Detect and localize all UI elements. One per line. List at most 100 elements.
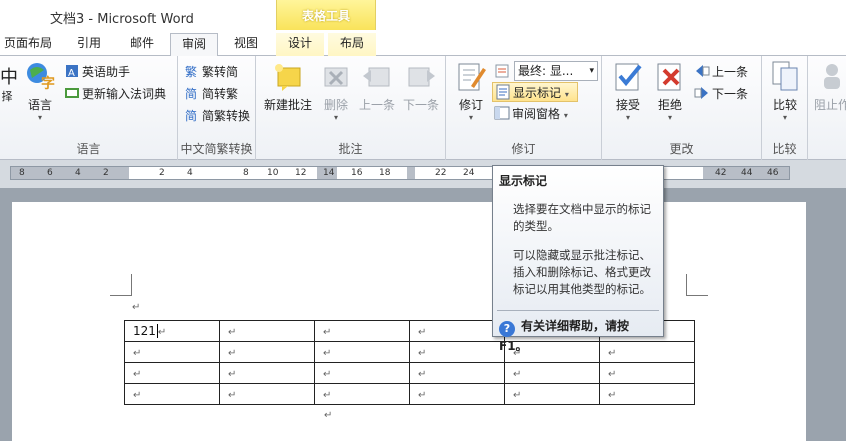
- chinese-conversion-icon: 简: [184, 107, 200, 123]
- accept-icon: [612, 60, 644, 92]
- group-label-comments: 批注: [338, 142, 363, 156]
- table-cell[interactable]: ↵: [409, 341, 505, 363]
- svg-text:简: 简: [185, 109, 197, 123]
- tab-references[interactable]: 引用: [66, 33, 112, 56]
- group-protect: 阻止作: [808, 56, 846, 160]
- language-button[interactable]: 字 语言 ▾: [20, 60, 60, 122]
- table-cell[interactable]: ↵: [124, 362, 220, 384]
- track-changes-button[interactable]: 修订 ▾: [452, 60, 490, 122]
- horizontal-ruler[interactable]: 8 6 4 2 2 4 8 10 12 14 16 18 22 24 42 44…: [0, 160, 846, 188]
- show-markup-tooltip: 显示标记 选择要在文档中显示的标记的类型。 可以隐藏或显示批注标记、插入和删除标…: [492, 165, 664, 353]
- table-cell[interactable]: ↵: [504, 362, 600, 384]
- group-comments: 新建批注 删除 ▾ 上一条 下一条 批注: [256, 56, 446, 160]
- table-cell[interactable]: ↵: [124, 341, 220, 363]
- next-comment-button[interactable]: 下一条: [400, 60, 442, 113]
- translate-button[interactable]: 中 择: [0, 60, 18, 104]
- accept-button[interactable]: 接受 ▾: [608, 60, 648, 122]
- table-cell[interactable]: ↵: [409, 320, 505, 342]
- show-markup-icon: [495, 84, 511, 100]
- tooltip-body-2: 可以隐藏或显示批注标记、插入和删除标记、格式更改标记以用其他类型的标记。: [513, 248, 651, 296]
- compare-button[interactable]: 比较 ▾: [766, 60, 804, 122]
- table-cell[interactable]: ↵: [124, 383, 220, 405]
- paragraph-mark: ↵: [132, 302, 141, 313]
- help-icon: ?: [499, 321, 515, 337]
- ruler-number: 22: [435, 168, 447, 178]
- table-cell[interactable]: ↵: [599, 383, 695, 405]
- previous-comment-icon: [361, 60, 393, 92]
- group-label-changes: 更改: [669, 142, 694, 156]
- ruler-number: 16: [351, 168, 363, 178]
- previous-comment-button[interactable]: 上一条: [356, 60, 398, 113]
- margin-corner-left: [110, 274, 132, 296]
- show-markup-button[interactable]: 显示标记 ▾: [492, 82, 578, 102]
- context-group-label: 表格工具: [301, 9, 350, 23]
- previous-change-button[interactable]: 上一条: [694, 62, 748, 82]
- reject-button[interactable]: 拒绝 ▾: [650, 60, 690, 122]
- table-cell[interactable]: ↵: [599, 362, 695, 384]
- track-changes-icon: [455, 60, 487, 92]
- update-ime-dictionary-button[interactable]: 更新输入法词典: [64, 84, 166, 104]
- markup-view-icon-area: [494, 62, 512, 82]
- display-for-review-select[interactable]: 最终: 显... ▾: [514, 61, 598, 81]
- ruler-number: 14: [323, 168, 335, 178]
- block-authors-button[interactable]: 阻止作: [812, 60, 846, 113]
- document-area: ↵ 121 ↵ ↵ ↵ ↵ ↵ ↵ ↵ ↵ ↵ ↵ ↵ ↵ ↵ ↵ ↵ ↵ ↵ …: [0, 188, 846, 441]
- document-page[interactable]: ↵ 121 ↵ ↵ ↵ ↵ ↵ ↵ ↵ ↵ ↵ ↵ ↵ ↵ ↵ ↵ ↵ ↵ ↵ …: [12, 202, 806, 441]
- table-cell[interactable]: ↵: [504, 383, 600, 405]
- group-label-language: 语言: [76, 142, 101, 156]
- tab-design[interactable]: 设计: [276, 33, 324, 56]
- english-assistant-icon: A: [64, 63, 80, 79]
- svg-text:A: A: [68, 68, 75, 79]
- reviewing-pane-icon: [494, 105, 510, 121]
- tab-view[interactable]: 视图: [222, 33, 270, 56]
- table-cell[interactable]: 121 ↵: [124, 320, 220, 342]
- ruler-number: 42: [715, 168, 727, 178]
- next-change-icon: [694, 85, 710, 101]
- tooltip-separator: [497, 310, 659, 311]
- table-cell[interactable]: ↵: [219, 383, 315, 405]
- next-change-button[interactable]: 下一条: [694, 84, 748, 104]
- ruler-number: 8: [19, 168, 25, 178]
- ruler-number: 4: [75, 168, 81, 178]
- tab-review[interactable]: 审阅: [170, 33, 218, 57]
- reject-icon: [654, 60, 686, 92]
- table-cell[interactable]: ↵: [314, 320, 410, 342]
- language-icon: 字: [24, 60, 56, 92]
- table-cell[interactable]: ↵: [409, 383, 505, 405]
- simp-to-trad-icon: 简: [184, 85, 200, 101]
- table-cell[interactable]: ↵: [314, 383, 410, 405]
- chinese-conversion-button[interactable]: 简简繁转换: [184, 106, 250, 126]
- table-row: ↵ ↵ ↵ ↵ ↵ ↵: [124, 362, 695, 384]
- ribbon-tabs: 页面布局 引用 邮件 审阅 视图 设计 布局: [0, 30, 846, 57]
- group-label-tracking: 修订: [511, 142, 536, 156]
- table-cell[interactable]: ↵: [409, 362, 505, 384]
- group-tracking: 修订 ▾ 最终: 显... ▾ 显示标记 ▾ 审阅窗格 ▾ 修订: [446, 56, 602, 160]
- reviewing-pane-button[interactable]: 审阅窗格 ▾: [494, 104, 568, 124]
- table-row: ↵ ↵ ↵ ↵ ↵ ↵: [124, 383, 695, 405]
- table-cell[interactable]: ↵: [219, 362, 315, 384]
- delete-comment-icon: [320, 60, 352, 92]
- ribbon: 中 择 字 语言 ▾ A 英语助手 更新输入法词典 语言 繁繁转简 简简转繁 简简…: [0, 56, 846, 160]
- tooltip-help: ? 有关详细帮助，请按 F1。: [499, 319, 630, 353]
- table-cell[interactable]: ↵: [219, 341, 315, 363]
- tab-layout[interactable]: 布局: [328, 33, 376, 56]
- ruler-number: 2: [103, 168, 109, 178]
- trad-to-simp-button[interactable]: 繁繁转简: [184, 62, 238, 82]
- ruler-number: 4: [187, 168, 193, 178]
- table-cell[interactable]: ↵: [314, 341, 410, 363]
- margin-corner-right: [686, 274, 708, 296]
- table-cell[interactable]: ↵: [219, 320, 315, 342]
- window-title: 文档3 - Microsoft Word: [50, 12, 194, 27]
- svg-text:繁: 繁: [185, 64, 197, 79]
- group-changes: 接受 ▾ 拒绝 ▾ 上一条 下一条 更改: [602, 56, 762, 160]
- simp-to-trad-button[interactable]: 简简转繁: [184, 84, 238, 104]
- delete-comment-button[interactable]: 删除 ▾: [318, 60, 354, 122]
- english-assistant-button[interactable]: A 英语助手: [64, 62, 130, 82]
- tooltip-title: 显示标记: [499, 174, 548, 188]
- dictionary-icon: [64, 85, 80, 101]
- table-cell[interactable]: ↵: [314, 362, 410, 384]
- new-comment-icon: [272, 60, 304, 92]
- tab-mailings[interactable]: 邮件: [118, 33, 166, 56]
- new-comment-button[interactable]: 新建批注: [262, 60, 314, 113]
- tab-page-layout[interactable]: 页面布局: [0, 33, 56, 56]
